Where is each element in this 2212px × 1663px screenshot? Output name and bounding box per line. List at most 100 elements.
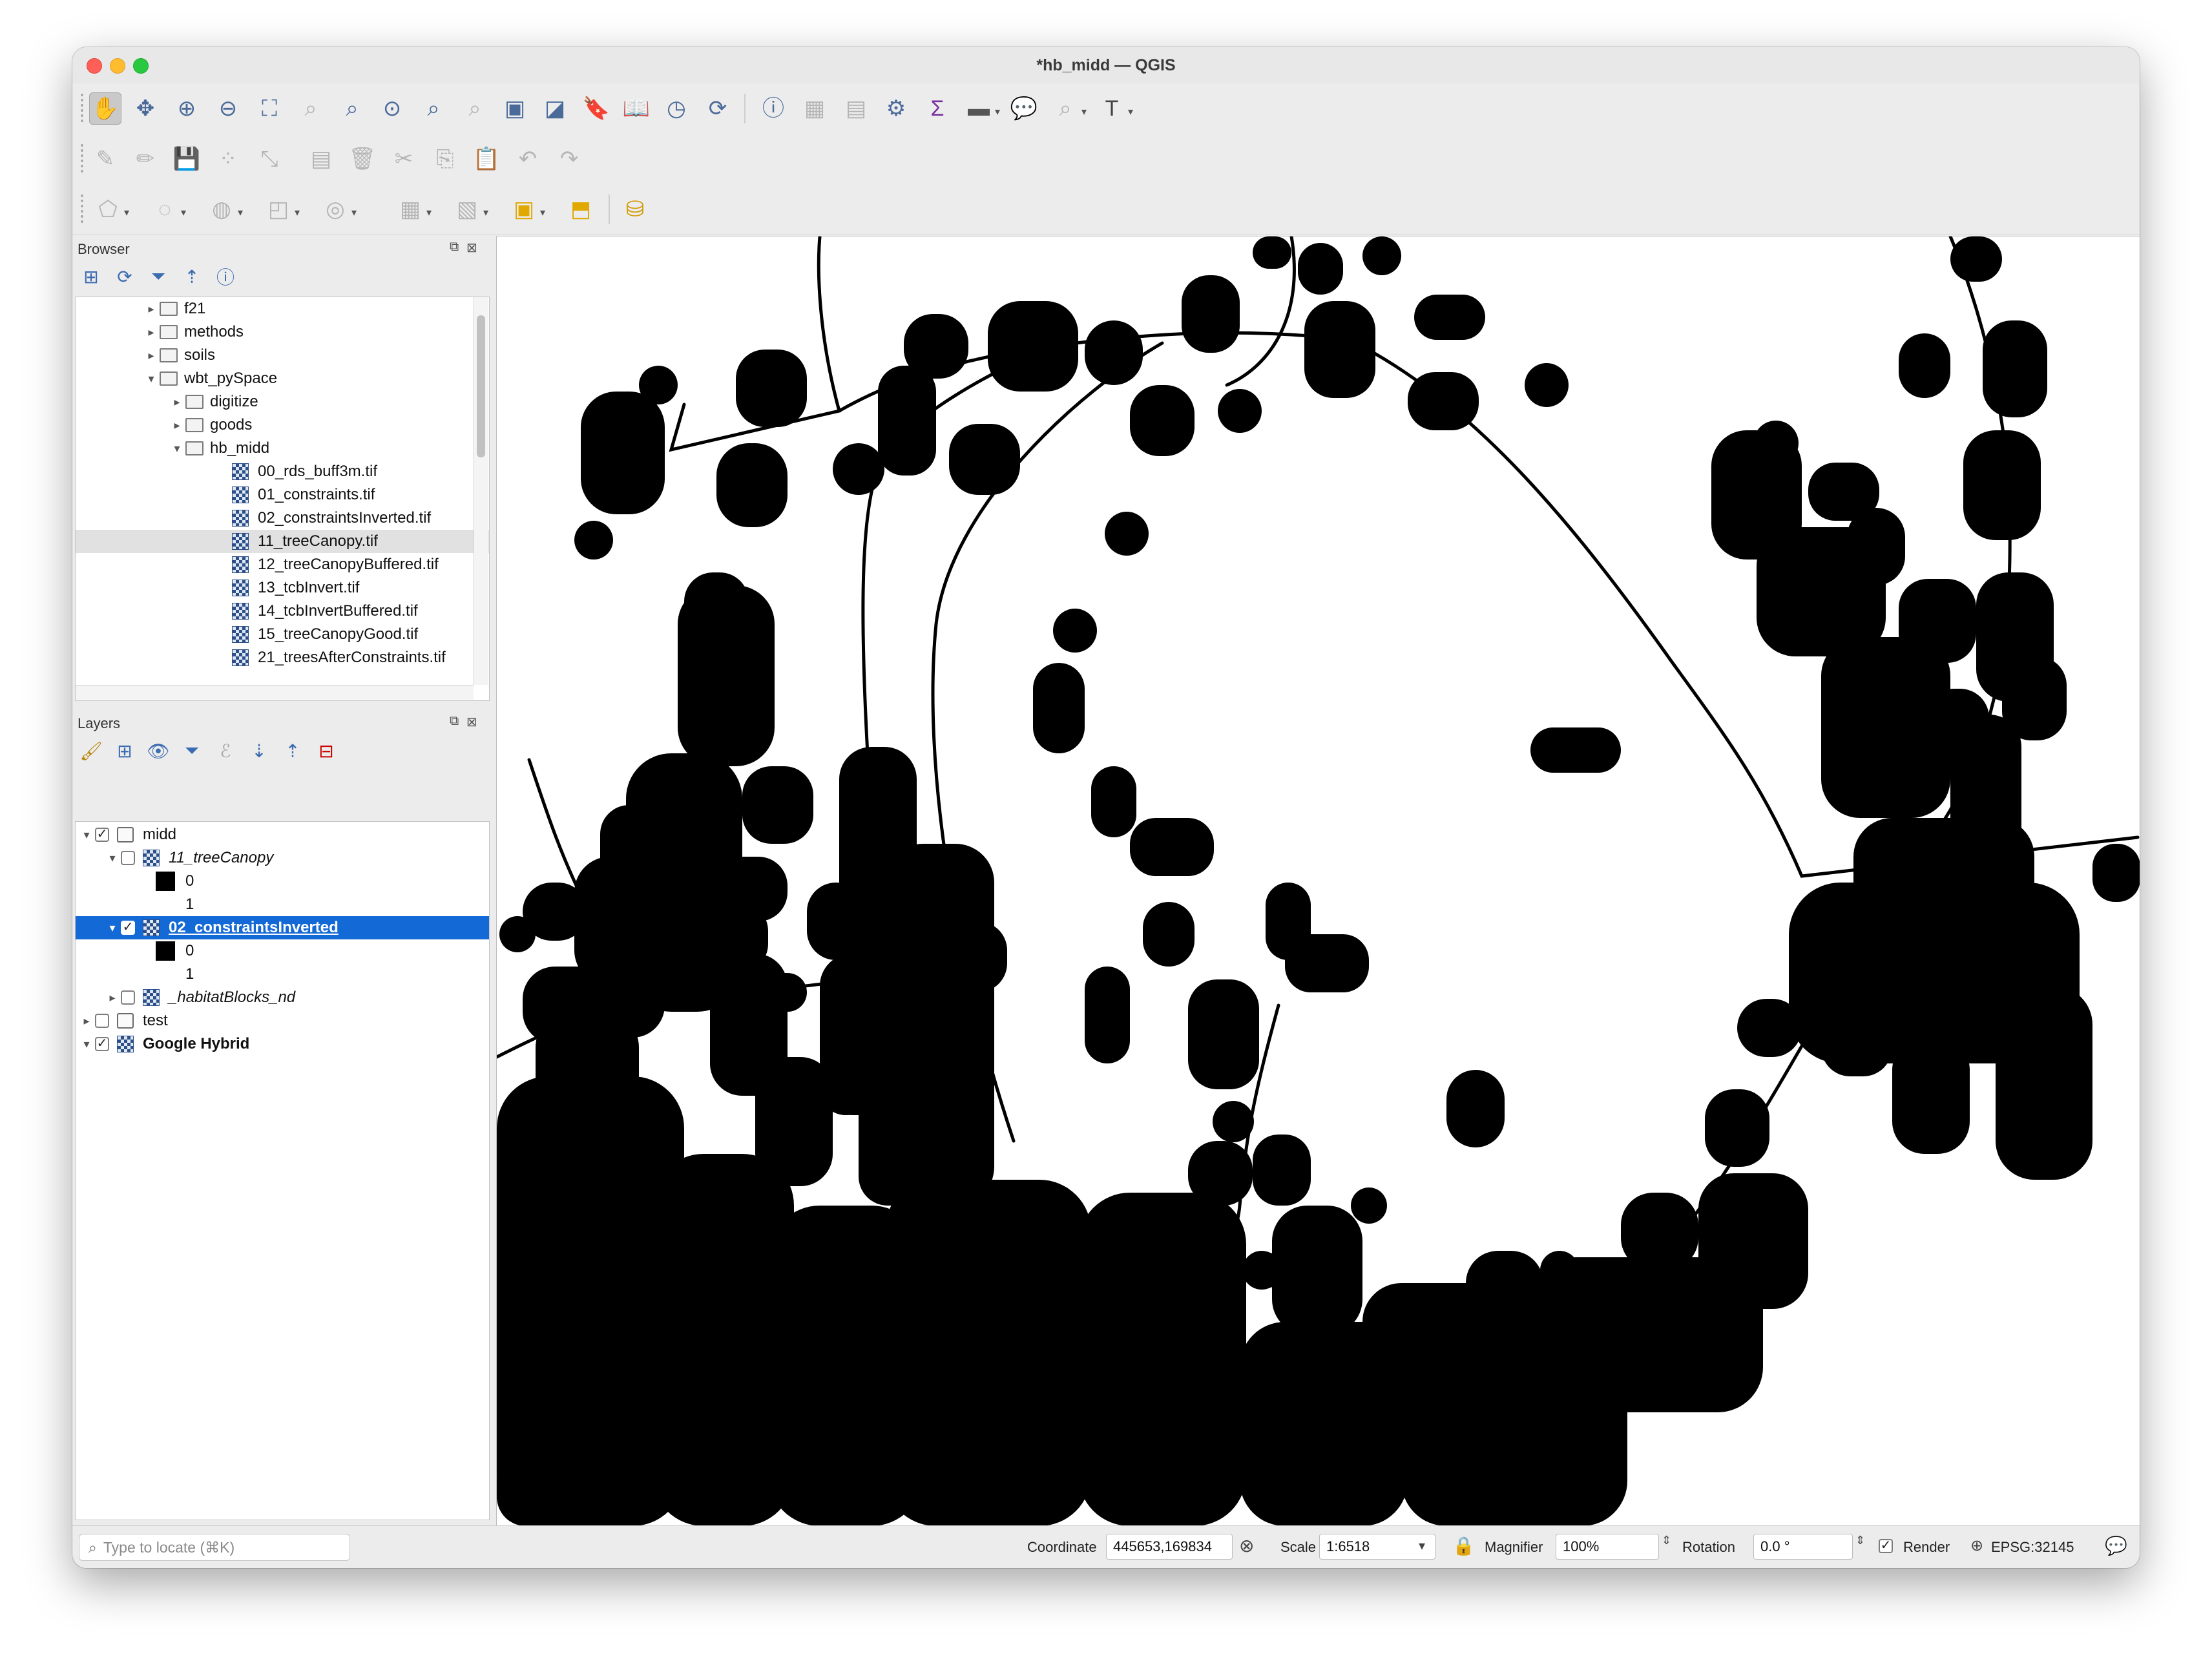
magnifier-stepper-icon[interactable]: ⇕ <box>1662 1534 1671 1547</box>
temporal-controller-icon[interactable]: ◷ <box>660 92 693 125</box>
zoom-native-icon[interactable]: ⊙ <box>376 92 408 125</box>
zoom-out-icon[interactable]: ⊖ <box>212 92 244 125</box>
expand-arrow-icon[interactable]: ▸ <box>104 991 121 1005</box>
annotation-dropdown-chevron-icon[interactable]: ▾ <box>1128 105 1133 118</box>
select-expression-icon[interactable]: ◎ <box>319 193 351 225</box>
expression-dropdown-chevron-icon[interactable]: ▾ <box>351 206 357 219</box>
collapse-arrow-icon[interactable]: ▾ <box>104 852 121 865</box>
messages-icon[interactable]: 💬 <box>2105 1535 2127 1556</box>
redo-icon[interactable]: ↷ <box>553 143 585 175</box>
attribute-table-icon[interactable]: ▦ <box>798 92 831 125</box>
add-group-icon[interactable]: ⊞ <box>112 738 137 763</box>
zoom-to-layer-icon[interactable]: ⌕ <box>336 92 368 125</box>
zoom-full-icon[interactable]: ⛶ <box>253 92 286 125</box>
edit-pencil-icon[interactable]: ✎ <box>89 143 121 175</box>
rotation-stepper-icon[interactable]: ⇕ <box>1855 1534 1865 1547</box>
browser-item-raster[interactable]: 01_constraints.tif <box>76 483 489 507</box>
expand-arrow-icon[interactable]: ▸ <box>143 302 160 316</box>
browser-item-methods[interactable]: ▸ methods <box>76 320 489 344</box>
float-panel-icon[interactable]: ⧉ <box>450 714 459 729</box>
modify-attributes-icon[interactable]: ▤ <box>305 143 337 175</box>
save-edits-icon[interactable]: 💾 <box>171 143 203 175</box>
browser-vertical-scrollbar[interactable] <box>474 297 488 685</box>
browser-item-raster[interactable]: 15_treeCanopyGood.tif <box>76 623 489 646</box>
layer-02-constraintsinverted[interactable]: ▾ ✓ 02_constraintsInverted <box>76 916 489 939</box>
browser-item-raster[interactable]: 14_tcbInvertBuffered.tif <box>76 600 489 623</box>
style-brush-icon[interactable]: 🖌 <box>79 738 103 763</box>
expand-arrow-icon[interactable]: ▸ <box>143 349 160 362</box>
zoom-to-selection-icon[interactable]: ⌕ <box>295 92 327 125</box>
add-polygon-dropdown-chevron-icon[interactable]: ▾ <box>124 206 129 219</box>
collapse-arrow-icon[interactable]: ▾ <box>104 921 121 935</box>
copy-icon[interactable]: ⎘ <box>429 143 461 175</box>
close-panel-icon[interactable]: ⊠ <box>466 240 477 256</box>
select-by-location-icon[interactable]: ◰ <box>262 193 295 225</box>
browser-item-goods[interactable]: ▸ goods <box>76 413 489 437</box>
filter-icon[interactable]: ⏷ <box>146 264 171 289</box>
scale-combobox[interactable]: 1:6518 <box>1319 1534 1435 1560</box>
select-dropdown-chevron-icon[interactable]: ▾ <box>181 206 186 219</box>
expand-all-icon[interactable]: ⇣ <box>247 738 271 763</box>
layer-group-test[interactable]: ▸ test <box>76 1009 489 1032</box>
browser-item-raster[interactable]: 13_tcbInvert.tif <box>76 576 489 600</box>
delete-icon[interactable]: 🗑 <box>346 143 379 175</box>
expand-arrow-icon[interactable]: ▸ <box>169 419 185 432</box>
add-polygon-icon[interactable]: ⬠ <box>92 193 124 225</box>
measure-dropdown-chevron-icon[interactable]: ▾ <box>995 105 1000 118</box>
expand-arrow-icon[interactable]: ▸ <box>78 1014 95 1028</box>
browser-item-raster[interactable]: 12_treeCanopyBuffered.tif <box>76 553 489 576</box>
paste-icon[interactable]: 📋 <box>470 143 503 175</box>
locator-search-input[interactable]: ⌕ Type to locate (⌘K) <box>79 1534 350 1561</box>
layer-visibility-checkbox[interactable] <box>95 1014 109 1028</box>
collapse-all-icon[interactable]: ⇡ <box>180 264 204 289</box>
browser-item-raster[interactable]: 21_treesAfterConstraints.tif <box>76 646 489 669</box>
show-selection-icon[interactable]: ⬒ <box>565 193 597 225</box>
zoom-last-icon[interactable]: ⌕ <box>417 92 450 125</box>
browser-item-wbt-pyspace[interactable]: ▾ wbt_pySpace <box>76 367 489 390</box>
deselect-layer-icon[interactable]: ▣ <box>508 193 540 225</box>
invert-dropdown-chevron-icon[interactable]: ▾ <box>483 206 488 219</box>
processing-toolbox-icon[interactable]: ⚙ <box>880 92 912 125</box>
layer-11-treecanopy[interactable]: ▾ 11_treeCanopy <box>76 846 489 870</box>
layer-visibility-checkbox[interactable] <box>121 851 135 865</box>
deselect-dropdown-chevron-icon[interactable]: ▾ <box>238 206 243 219</box>
browser-item-f21[interactable]: ▸ f21 <box>76 297 489 320</box>
browser-item-digitize[interactable]: ▸ digitize <box>76 390 489 413</box>
zoom-next-icon[interactable]: ⌕ <box>459 92 491 125</box>
layer-visibility-checkbox[interactable]: ✓ <box>95 1037 109 1051</box>
new-map-view-icon[interactable]: ▣ <box>499 92 531 125</box>
new-3d-view-icon[interactable]: ◪ <box>539 92 571 125</box>
measure-icon[interactable]: ▬ <box>963 92 995 125</box>
refresh-icon[interactable]: ⟳ <box>702 92 734 125</box>
float-panel-icon[interactable]: ⧉ <box>450 240 459 255</box>
collapse-arrow-icon[interactable]: ▾ <box>169 442 185 455</box>
vertex-tool-icon[interactable]: ⤡ <box>253 143 286 175</box>
toggle-extents-icon[interactable]: ⊗ <box>1239 1535 1254 1556</box>
pan-hand-icon[interactable]: ✋ <box>89 92 121 125</box>
remove-layer-icon[interactable]: ⊟ <box>314 738 339 763</box>
toggle-editing-icon[interactable]: ✏ <box>129 143 162 175</box>
python-console-icon[interactable]: ⛁ <box>619 193 651 225</box>
browser-item-raster-selected[interactable]: 11_treeCanopy.tif <box>76 530 489 553</box>
zoom-in-icon[interactable]: ⊕ <box>171 92 203 125</box>
manage-visibility-icon[interactable]: 👁 <box>146 738 171 763</box>
layer-visibility-checkbox[interactable]: ✓ <box>95 828 109 842</box>
new-bookmark-icon[interactable]: 🔖 <box>580 92 612 125</box>
toolbar-grip[interactable] <box>80 92 84 125</box>
expand-arrow-icon[interactable]: ▸ <box>143 326 160 339</box>
field-calculator-icon[interactable]: ▤ <box>840 92 872 125</box>
locator-icon[interactable]: ⌕ <box>1049 92 1081 125</box>
filter-expression-icon[interactable]: ℰ <box>213 738 238 763</box>
undo-icon[interactable]: ↶ <box>512 143 544 175</box>
scrollbar-thumb[interactable] <box>477 315 485 457</box>
layer-visibility-checkbox[interactable] <box>121 990 135 1005</box>
layer-group-midd[interactable]: ▾ ✓ midd <box>76 823 489 846</box>
map-canvas[interactable] <box>496 236 2140 1526</box>
browser-item-hb-midd[interactable]: ▾ hb_midd <box>76 437 489 460</box>
collapse-arrow-icon[interactable]: ▾ <box>78 828 95 842</box>
layer-visibility-checkbox[interactable]: ✓ <box>121 921 135 935</box>
select-invert-icon[interactable]: ▧ <box>451 193 483 225</box>
select-all-icon[interactable]: ▦ <box>394 193 426 225</box>
coordinate-field[interactable]: 445653,169834 <box>1106 1534 1233 1560</box>
browser-item-soils[interactable]: ▸ soils <box>76 344 489 367</box>
